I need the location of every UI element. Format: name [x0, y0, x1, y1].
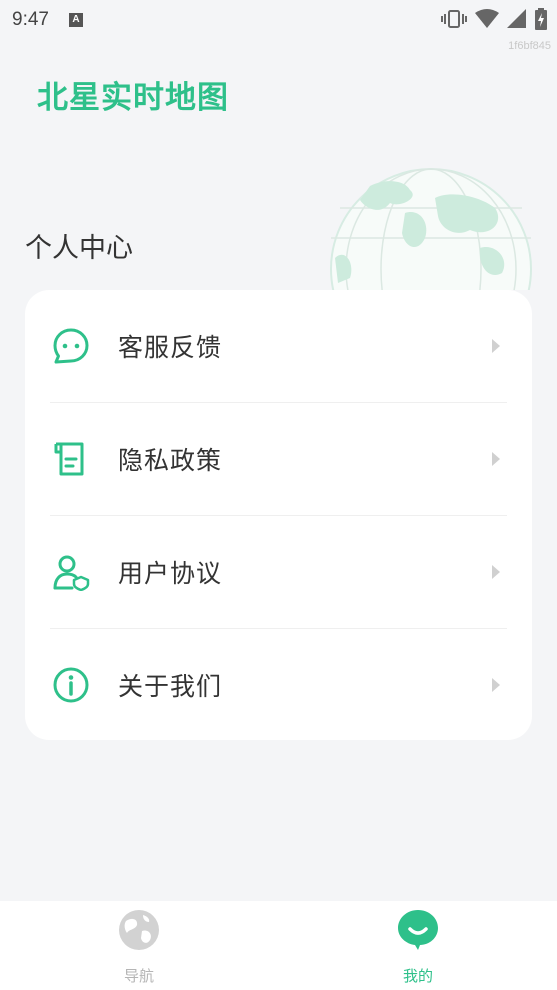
menu-item-label: 隐私政策	[118, 446, 223, 475]
status-icons	[441, 8, 547, 30]
menu-item-agreement[interactable]: 用户协议	[25, 516, 532, 629]
tab-mine[interactable]: 我的	[378, 909, 458, 985]
app-logo: 北星实时地图	[37, 80, 229, 116]
smile-chat-icon	[398, 910, 438, 950]
user-shield-icon	[53, 555, 90, 591]
tab-label: 导航	[123, 967, 154, 985]
tab-label: 我的	[402, 967, 433, 985]
battery-icon	[535, 8, 547, 30]
status-time: 9:47	[12, 9, 49, 30]
signal-icon	[507, 9, 526, 28]
build-id: 1f6bf845	[508, 40, 551, 52]
notification-icon: A	[68, 13, 83, 27]
wifi-icon	[475, 9, 499, 28]
chevron-right-icon	[492, 565, 500, 579]
menu-item-label: 关于我们	[118, 672, 223, 701]
menu-item-privacy[interactable]: 隐私政策	[25, 403, 532, 516]
menu-item-feedback[interactable]: 客服反馈	[25, 290, 532, 403]
chat-icon	[53, 328, 89, 364]
menu-card: 客服反馈 隐私政策 用户协议 关于我们	[25, 290, 532, 740]
scroll-icon	[54, 442, 84, 476]
chevron-right-icon	[492, 452, 500, 466]
vibrate-icon	[441, 10, 467, 28]
menu-item-label: 客服反馈	[118, 333, 223, 362]
bottom-nav: 导航 我的	[0, 901, 557, 990]
chevron-right-icon	[492, 678, 500, 692]
menu-item-about[interactable]: 关于我们	[25, 629, 532, 742]
chevron-right-icon	[492, 339, 500, 353]
status-bar: 9:47 A	[0, 0, 557, 40]
globe-icon	[119, 910, 159, 950]
globe-decoration	[330, 168, 532, 290]
page-title: 个人中心	[25, 233, 133, 264]
info-icon	[53, 667, 89, 703]
menu-item-label: 用户协议	[118, 559, 223, 588]
tab-navigation[interactable]: 导航	[99, 909, 179, 985]
